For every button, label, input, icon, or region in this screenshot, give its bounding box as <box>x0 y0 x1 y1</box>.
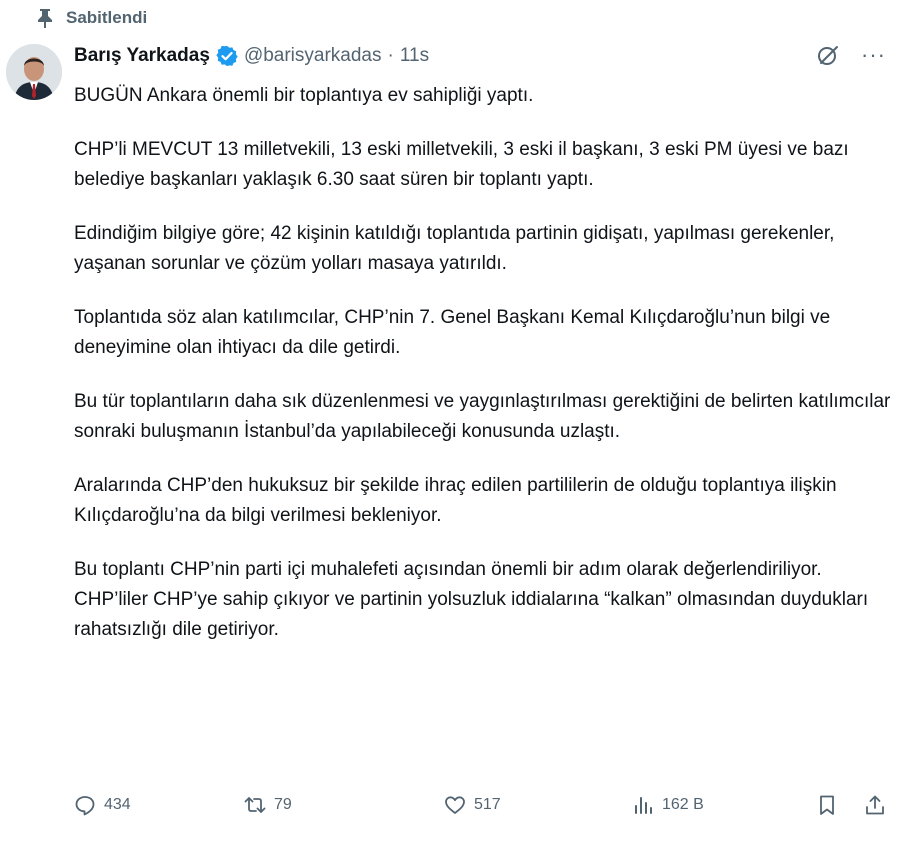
like-count: 517 <box>474 796 501 813</box>
bookmark-icon <box>820 795 834 815</box>
tweet-header: Barış Yarkadaş @barisyarkadas · 11s <box>74 44 429 68</box>
tweet-actions: 434 79 517 162 B <box>74 790 896 820</box>
tweet-paragraph: BUGÜN Ankara önemli bir toplantıya ev sa… <box>74 85 534 106</box>
avatar[interactable] <box>6 44 62 100</box>
like-button[interactable]: 517 <box>444 790 501 820</box>
tweet-paragraph: Toplantıda söz alan katılımcılar, CHP’ni… <box>74 307 831 358</box>
tweet-paragraph: Bu toplantı CHP’nin parti içi muhalefeti… <box>74 559 869 640</box>
tweet-paragraph: Bu tür toplantıların daha sık düzenlenme… <box>74 391 891 442</box>
heart-icon <box>445 796 465 814</box>
grok-icon[interactable] <box>817 44 839 66</box>
pinned-label: Sabitlendi <box>66 8 148 27</box>
reply-button[interactable]: 434 <box>74 790 131 820</box>
pinned-indicator: Sabitlendi <box>36 8 147 28</box>
pin-icon <box>38 9 52 28</box>
author-handle[interactable]: @barisyarkadas <box>244 44 382 68</box>
views-button[interactable]: 162 B <box>632 790 704 820</box>
tweet-time[interactable]: 11s <box>400 44 429 68</box>
author-name[interactable]: Barış Yarkadaş <box>74 44 210 68</box>
header-actions: ··· <box>817 44 886 66</box>
views-chart-icon <box>635 797 652 814</box>
tweet[interactable]: Sabitlendi Barış Yarkadaş @barisyarkadas… <box>0 0 914 846</box>
share-icon <box>866 795 884 815</box>
separator-dot: · <box>387 45 394 66</box>
bookmark-button[interactable] <box>816 790 838 820</box>
retweet-count: 79 <box>274 796 292 813</box>
verified-badge-icon[interactable] <box>216 45 238 67</box>
tweet-text: BUGÜN Ankara önemli bir toplantıya ev sa… <box>74 81 894 645</box>
retweet-icon <box>244 797 266 813</box>
views-count: 162 B <box>662 796 704 813</box>
avatar-image <box>6 44 62 100</box>
more-options-icon[interactable]: ··· <box>861 44 886 66</box>
share-button[interactable] <box>864 790 886 820</box>
tweet-paragraph: CHP’li MEVCUT 13 milletvekili, 13 eski m… <box>74 139 849 190</box>
reply-icon <box>75 796 95 816</box>
tweet-paragraph: Aralarında CHP’den hukuksuz bir şekilde … <box>74 475 837 526</box>
reply-count: 434 <box>104 796 131 813</box>
tweet-paragraph: Edindiğim bilgiye göre; 42 kişinin katıl… <box>74 223 835 274</box>
retweet-button[interactable]: 79 <box>244 790 292 820</box>
